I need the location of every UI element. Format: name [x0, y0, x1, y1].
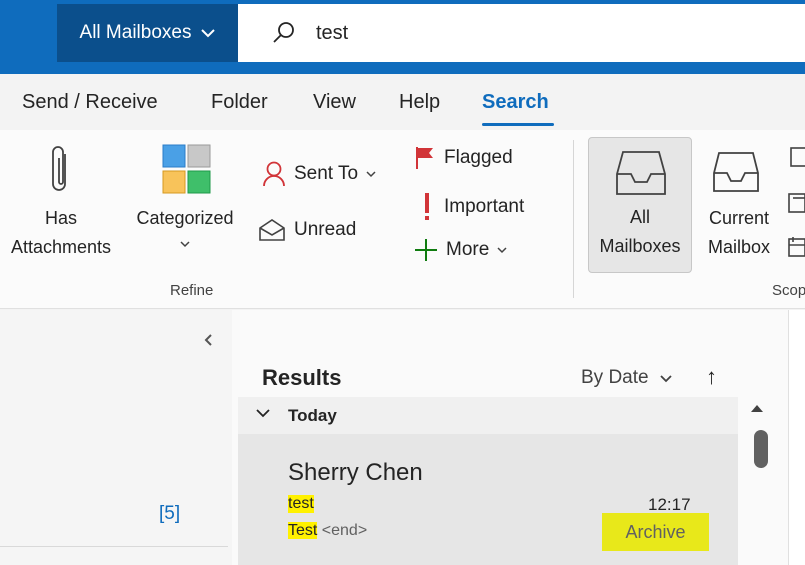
- message-time: 12:17: [648, 495, 691, 514]
- search-box[interactable]: [238, 4, 805, 62]
- categorized-label: Categorized: [136, 208, 234, 228]
- reading-pane-edge: [788, 310, 805, 565]
- active-tab-indicator: [482, 123, 554, 126]
- unread-count: [5]: [159, 503, 181, 524]
- message-subject: test: [288, 495, 314, 513]
- more-button[interactable]: More: [414, 238, 507, 262]
- inbox-icon: [616, 151, 666, 195]
- all-mailboxes-label-1: All: [629, 207, 650, 227]
- search-scope-label: All Mailboxes: [79, 22, 192, 43]
- group-divider: [573, 140, 574, 298]
- scope-group-label: Scop: [772, 282, 805, 299]
- search-scope-dropdown[interactable]: All Mailboxes: [57, 4, 238, 62]
- message-folder-badge: Archive: [602, 513, 709, 551]
- categories-icon: [162, 144, 211, 194]
- inbox-icon: [713, 152, 759, 192]
- unread-label: Unread: [294, 219, 357, 240]
- preview-highlight: Test: [288, 522, 318, 539]
- all-mailboxes-label-2: Mailboxes: [599, 236, 681, 256]
- sort-direction-button[interactable]: ↑: [706, 364, 717, 390]
- flag-icon: [416, 147, 433, 169]
- chevron-down-icon: [256, 405, 270, 422]
- chevron-down-icon: [201, 26, 216, 41]
- sort-by-button[interactable]: By Date: [581, 367, 672, 389]
- subfolder-icon: [788, 193, 805, 213]
- open-envelope-icon: [259, 219, 285, 241]
- scrollbar-thumb[interactable]: [754, 430, 768, 468]
- refine-group-label: Refine: [170, 282, 214, 299]
- chevron-down-icon: [497, 247, 507, 254]
- message-sender: Sherry Chen: [288, 459, 423, 486]
- folder-divider: [0, 546, 228, 547]
- group-label: Today: [288, 406, 337, 425]
- tab-folder[interactable]: Folder: [211, 91, 268, 114]
- top-bar: All Mailboxes: [0, 0, 805, 74]
- folder-pane: [5]: [0, 310, 232, 565]
- results-pane: Results By Date ↑ Today Sherry Chen test…: [232, 310, 788, 565]
- scroll-up-button[interactable]: [750, 400, 764, 416]
- search-icon: [273, 22, 294, 43]
- ribbon-tabs: Send / Receive Folder View Help Search: [0, 74, 805, 130]
- current-mailbox-button[interactable]: Current Mailbox: [696, 137, 782, 273]
- exclamation-icon: [425, 193, 429, 220]
- paperclip-icon: [52, 146, 66, 191]
- current-mailbox-label-2: Mailbox: [707, 237, 771, 257]
- calendar-folder-icon: [788, 237, 805, 257]
- more-label: More: [446, 239, 490, 260]
- folder-icon: [790, 147, 805, 167]
- has-attachments-label-2: Attachments: [10, 237, 112, 257]
- categorized-button[interactable]: Categorized: [126, 130, 244, 270]
- chevron-down-icon: [366, 171, 376, 178]
- flagged-button[interactable]: Flagged: [414, 146, 513, 170]
- plus-icon: [415, 239, 437, 261]
- search-input[interactable]: [316, 21, 716, 45]
- ribbon: Has Attachments Categorized Sent To Unre…: [0, 130, 805, 309]
- tab-send-receive[interactable]: Send / Receive: [22, 91, 158, 114]
- sent-to-label: Sent To: [294, 163, 359, 184]
- content-area: [5] Results By Date ↑ Today Sherry Chen …: [0, 310, 805, 565]
- message-preview: Test <end>: [288, 522, 367, 540]
- sort-label: By Date: [581, 367, 649, 388]
- chevron-left-icon: [204, 334, 212, 346]
- all-mailboxes-button[interactable]: All Mailboxes: [588, 137, 692, 273]
- flagged-label: Flagged: [444, 147, 513, 168]
- message-item[interactable]: Sherry Chen test Test <end> 12:17 Archiv…: [238, 434, 738, 565]
- preview-tail: <end>: [317, 522, 368, 539]
- has-attachments-button[interactable]: Has Attachments: [0, 130, 122, 270]
- has-attachments-label-1: Has: [44, 208, 77, 228]
- tab-view[interactable]: View: [313, 91, 356, 114]
- triangle-up-icon: [751, 405, 763, 412]
- tab-search[interactable]: Search: [482, 91, 549, 114]
- chevron-down-icon: [660, 375, 672, 383]
- important-button[interactable]: Important: [418, 192, 524, 222]
- unread-button[interactable]: Unread: [258, 218, 356, 242]
- person-icon: [263, 161, 285, 187]
- sent-to-button[interactable]: Sent To: [262, 161, 376, 187]
- tab-help[interactable]: Help: [399, 91, 440, 114]
- current-mailbox-label-1: Current: [708, 208, 770, 228]
- results-title: Results: [262, 365, 342, 390]
- group-header-today[interactable]: Today: [238, 397, 738, 434]
- important-label: Important: [444, 196, 525, 217]
- chevron-down-icon: [180, 241, 190, 248]
- collapse-pane-button[interactable]: [203, 332, 213, 352]
